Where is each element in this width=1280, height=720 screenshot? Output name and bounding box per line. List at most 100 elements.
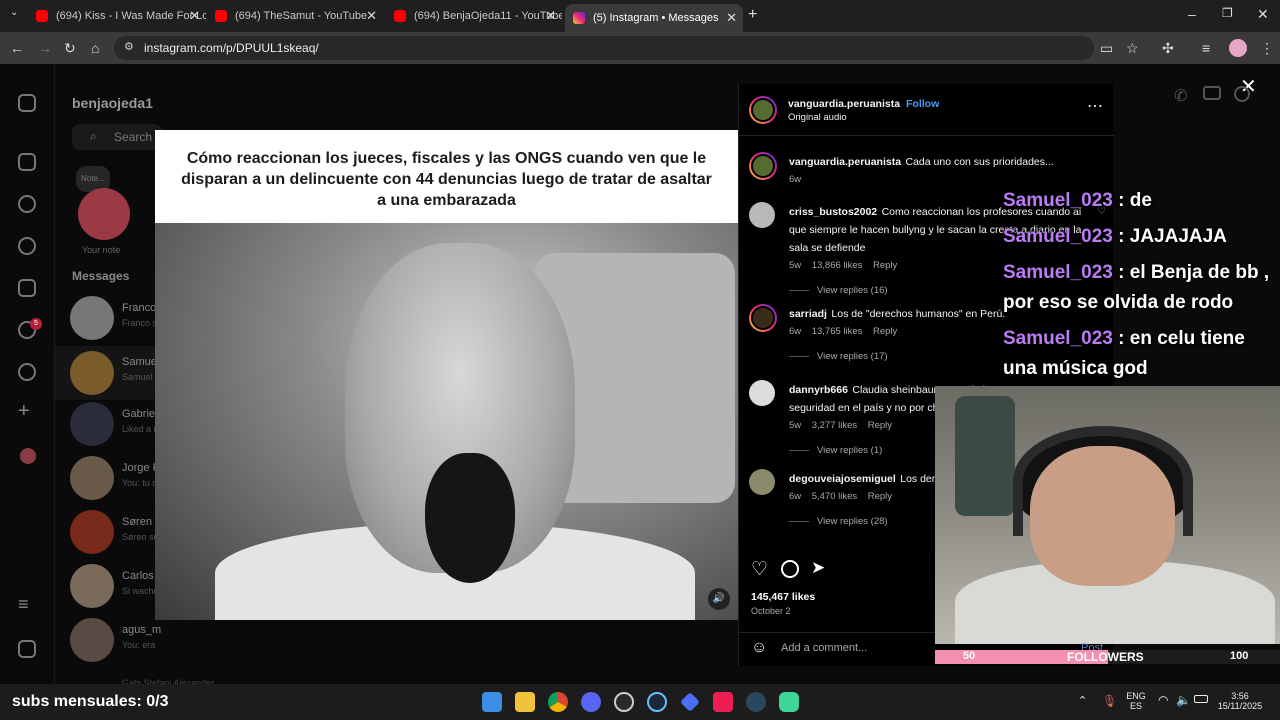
comment-likes[interactable]: 13,866 likes (812, 260, 863, 271)
create-nav-icon[interactable]: + (18, 400, 30, 423)
tab-instagram[interactable]: (5) Instagram • Messages ✕ (565, 4, 743, 32)
maximize-icon[interactable]: ❐ (1222, 6, 1233, 20)
conversation-item[interactable]: Jorge F You: tu r (70, 456, 160, 506)
comment-username[interactable]: vanguardia.peruanista (789, 156, 901, 168)
audio-label[interactable]: Original audio (788, 112, 847, 123)
bookmark-star-icon[interactable]: ☆ (1126, 40, 1139, 57)
conversation-item-selected[interactable]: Samue Samuel (55, 346, 160, 400)
tiktok-icon[interactable] (713, 692, 733, 712)
wifi-icon[interactable]: ◠ (1158, 693, 1168, 707)
messages-badge: 5 (30, 318, 42, 330)
mouth-shape (425, 453, 515, 583)
conversation-item[interactable]: Søren Søren se (70, 510, 160, 560)
avatar (70, 618, 114, 662)
call-icon: ✆ (1174, 88, 1188, 105)
search-nav-icon[interactable] (18, 195, 36, 213)
profile-nav-avatar[interactable] (20, 448, 36, 464)
chat-message: Samuel_023 : JAJAJAJA (1003, 226, 1227, 247)
browser-menu-icon[interactable]: ⋮ (1260, 40, 1274, 57)
volume-tray-icon[interactable]: 🔈 (1176, 693, 1191, 707)
comment-icon[interactable] (781, 560, 799, 578)
comment-username[interactable]: sarriadj (789, 308, 827, 320)
author-avatar[interactable] (749, 96, 777, 124)
reply-button[interactable]: Reply (873, 326, 897, 337)
tab-thesamut[interactable]: (694) TheSamut - YouTube ✕ (207, 4, 383, 28)
commenter-avatar[interactable] (749, 380, 775, 406)
clock[interactable]: 3:56 15/11/2025 (1212, 691, 1268, 711)
reply-button[interactable]: Reply (873, 260, 897, 271)
youtube-icon (215, 10, 227, 22)
apps-icon[interactable] (18, 640, 36, 658)
instagram-logo-icon[interactable] (18, 94, 36, 112)
tab-search-icon[interactable]: ⌄ (10, 7, 18, 18)
comment-username[interactable]: criss_bustos2002 (789, 206, 877, 218)
comment-username[interactable]: dannyrb666 (789, 384, 848, 396)
commenter-avatar[interactable] (749, 202, 775, 228)
add-comment-input[interactable]: Add a comment... (781, 642, 867, 654)
commenter-avatar[interactable] (749, 469, 775, 495)
close-tab-icon[interactable]: ✕ (545, 8, 556, 24)
comment-username[interactable]: degouveiajosemiguel (789, 473, 896, 485)
reload-icon[interactable]: ↻ (64, 40, 76, 57)
cast-icon[interactable]: ▭ (1100, 40, 1113, 57)
game-app-icon[interactable] (779, 692, 799, 712)
conversation-item[interactable]: Franco Franco s (70, 296, 160, 346)
minimize-icon[interactable]: – (1188, 6, 1196, 22)
author-avatar[interactable] (749, 152, 777, 180)
close-window-icon[interactable]: ✕ (1257, 6, 1269, 23)
comment-likes[interactable]: 3,277 likes (812, 420, 857, 431)
windows-start-icon[interactable] (482, 692, 502, 712)
follow-button[interactable]: Follow (906, 98, 939, 110)
app-icon[interactable] (680, 692, 700, 712)
reply-button[interactable]: Reply (868, 420, 892, 431)
conversation-item[interactable]: Carlos Si wachu (70, 564, 160, 614)
steam-icon[interactable] (647, 692, 667, 712)
home-icon[interactable]: ⌂ (91, 40, 99, 56)
commenter-avatar[interactable] (749, 304, 777, 332)
explore-nav-icon[interactable] (18, 237, 36, 255)
extensions-icon[interactable]: ✣ (1162, 40, 1174, 57)
discord-icon[interactable] (581, 692, 601, 712)
file-explorer-icon[interactable] (515, 692, 535, 712)
volume-icon[interactable]: 🔊 (708, 588, 730, 610)
author-username[interactable]: vanguardia.peruanista (788, 98, 900, 110)
forward-icon[interactable]: → (38, 40, 52, 56)
more-menu-icon[interactable]: ≡ (18, 594, 29, 615)
steam-alt-icon[interactable] (746, 692, 766, 712)
tab-kiss[interactable]: (694) Kiss - I Was Made For Lov ✕ (28, 4, 206, 28)
comment-likes[interactable]: 13,765 likes (812, 326, 863, 337)
tab-benjaojeda[interactable]: (694) BenjaOjeda11 - YouTube ✕ (386, 4, 562, 28)
notifications-nav-icon[interactable] (18, 363, 36, 381)
emoji-icon[interactable]: ☺ (751, 639, 767, 657)
conversation-item[interactable]: Gabrie Liked a r (70, 402, 160, 452)
site-info-icon[interactable]: ⚙ (124, 40, 134, 53)
likes-count[interactable]: 145,467 likes (751, 591, 815, 603)
back-icon[interactable]: ← (10, 40, 24, 56)
chrome-icon[interactable] (548, 692, 568, 712)
reels-nav-icon[interactable] (18, 279, 36, 297)
language-indicator[interactable]: ENG ES (1124, 691, 1148, 711)
more-options-icon[interactable]: ⋯ (1087, 96, 1103, 116)
share-icon[interactable]: ➤ (811, 558, 825, 578)
battery-icon[interactable] (1194, 695, 1208, 703)
profile-avatar[interactable] (1229, 39, 1247, 57)
new-tab-icon[interactable]: + (748, 6, 757, 24)
like-icon[interactable]: ♡ (751, 558, 768, 581)
microphone-icon[interactable]: 🎙 (1102, 694, 1117, 708)
info-icon (1234, 86, 1250, 102)
url-input[interactable]: ⚙ instagram.com/p/DPUUL1skeaq/ (114, 36, 1094, 60)
tray-expand-icon[interactable]: ⌃ (1078, 694, 1087, 707)
reel-video[interactable]: Cómo reaccionan los jueces, fiscales y l… (155, 130, 738, 620)
conversation-item[interactable]: agus_m You: era (70, 618, 161, 668)
obs-icon[interactable] (614, 692, 634, 712)
goal-label: FOLLOWERS (1067, 650, 1144, 664)
reply-button[interactable]: Reply (868, 491, 892, 502)
comment-likes[interactable]: 5,470 likes (812, 491, 857, 502)
media-controls-icon[interactable]: ≡ (1202, 40, 1210, 56)
search-input[interactable]: ⌕ Search (72, 124, 162, 150)
my-avatar[interactable] (78, 188, 130, 240)
close-tab-icon[interactable]: ✕ (366, 8, 377, 24)
home-nav-icon[interactable] (18, 153, 36, 171)
close-tab-icon[interactable]: ✕ (726, 10, 737, 26)
close-tab-icon[interactable]: ✕ (189, 8, 200, 24)
